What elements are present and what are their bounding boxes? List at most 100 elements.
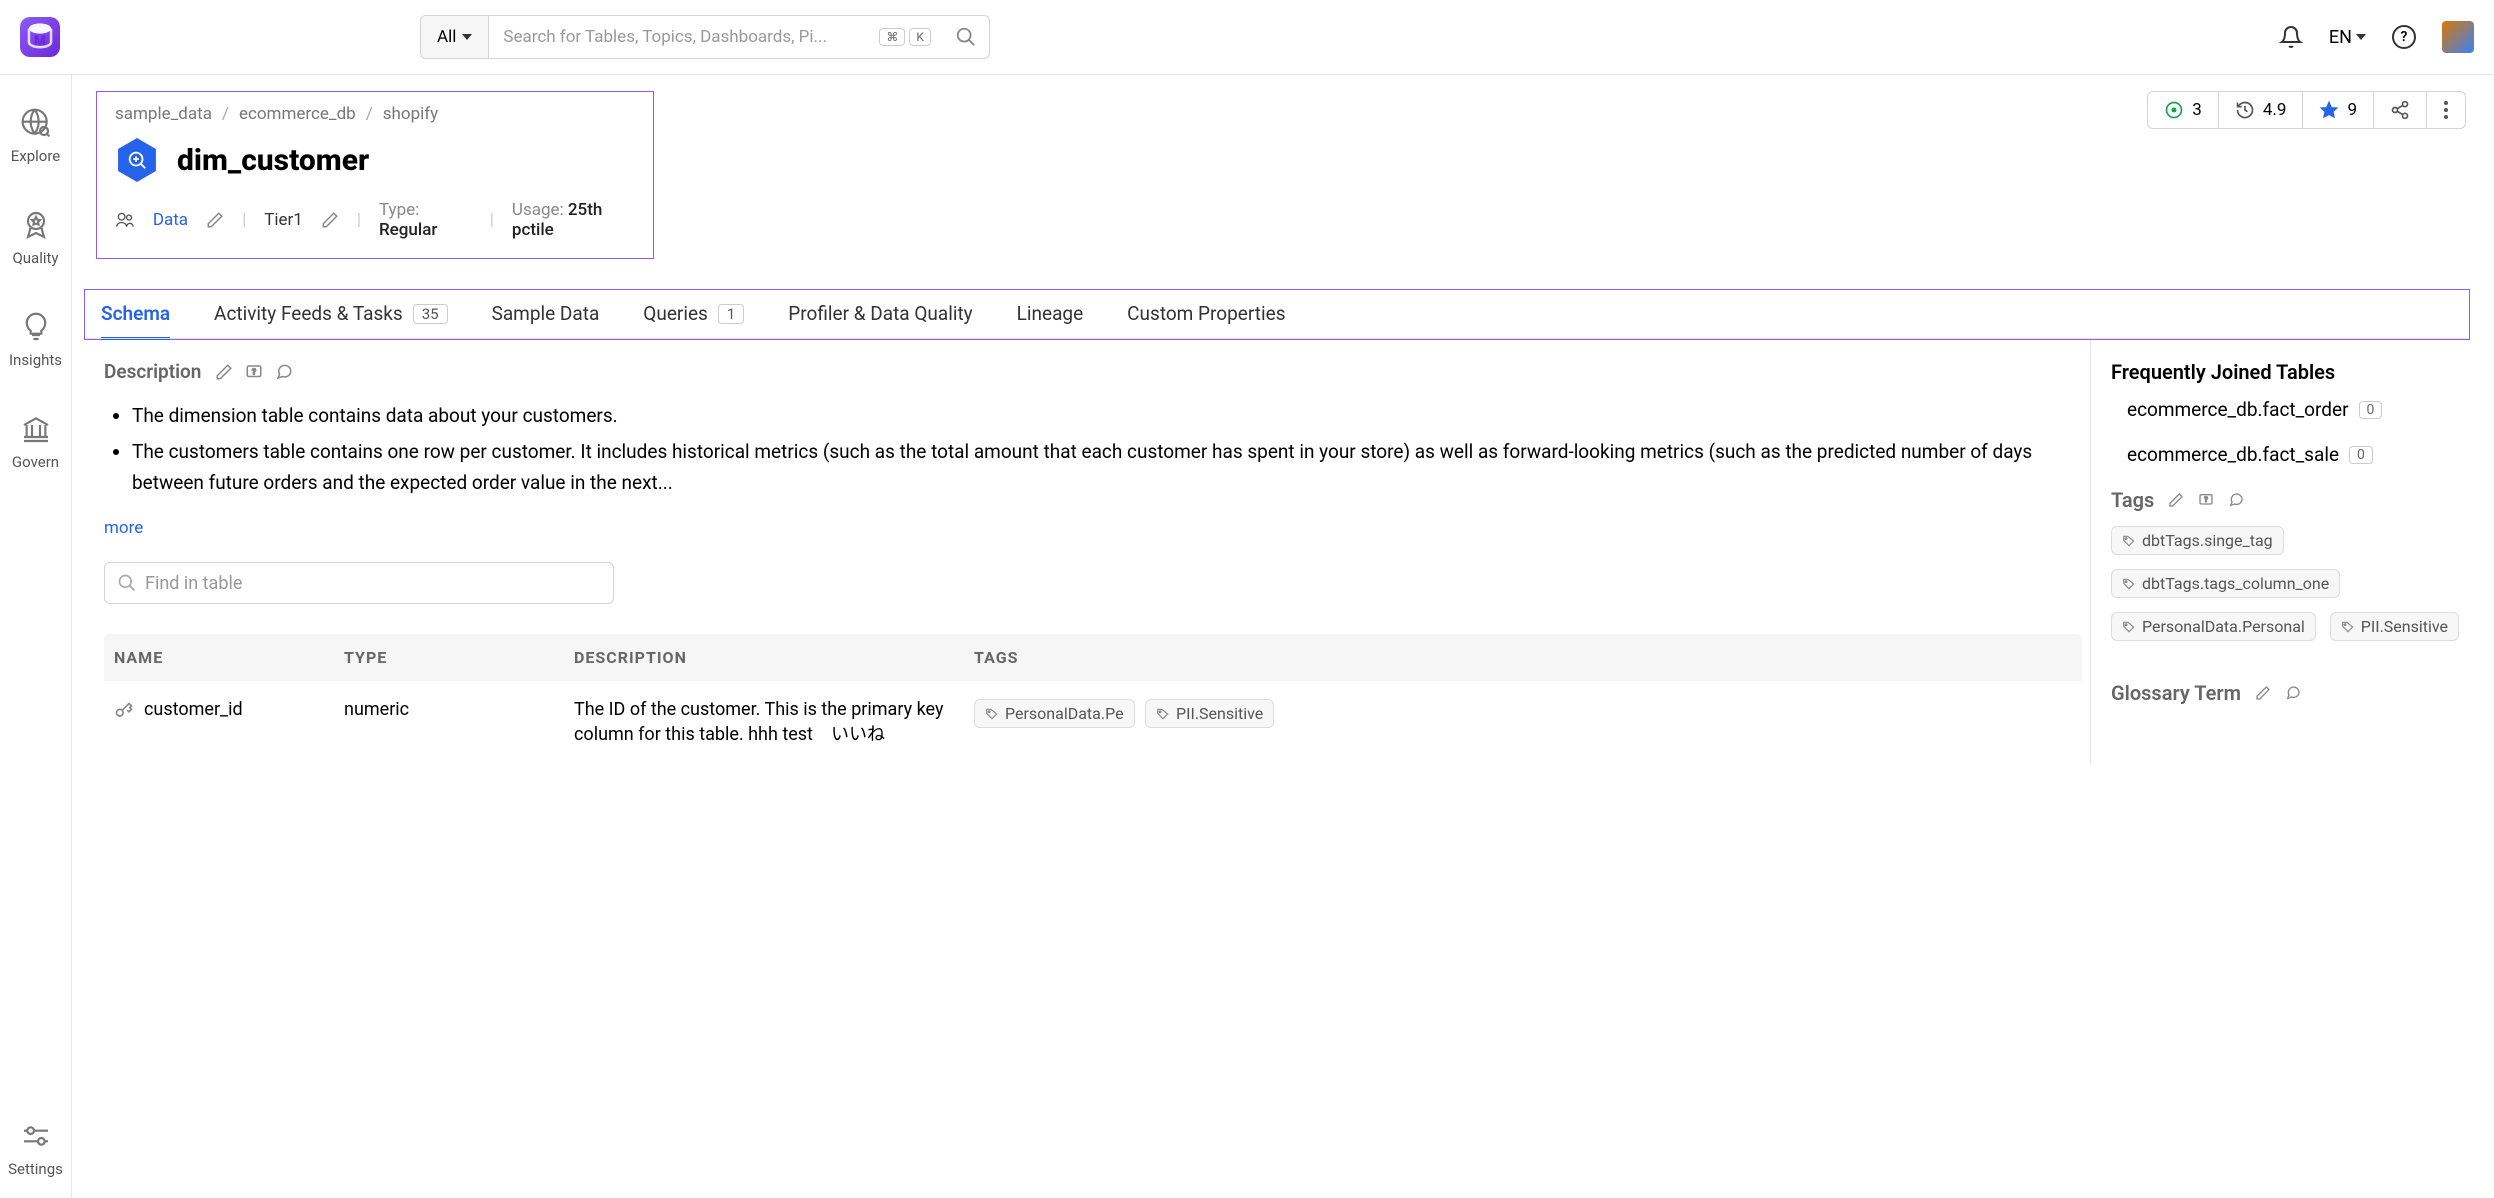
joined-table-item[interactable]: ecommerce_db.fact_sale 0 — [2127, 443, 2470, 466]
kbd-cmd: ⌘ — [879, 28, 905, 46]
sidebar-item-explore[interactable]: Explore — [11, 105, 61, 165]
breadcrumb-item[interactable]: ecommerce_db — [239, 104, 356, 124]
description-title: Description — [104, 360, 201, 383]
tab-activity[interactable]: Activity Feeds & Tasks35 — [214, 302, 448, 339]
more-vertical-icon — [2443, 100, 2449, 120]
tag-chip[interactable]: PersonalData.Pe — [974, 699, 1135, 728]
chevron-down-icon — [2356, 34, 2366, 40]
app-logo[interactable]: M — [20, 17, 60, 57]
usage-label: Usage: — [512, 200, 568, 220]
sidebar-item-govern[interactable]: Govern — [12, 411, 59, 471]
edit-owner[interactable] — [206, 211, 224, 229]
tag-chip[interactable]: dbtTags.singe_tag — [2111, 526, 2284, 555]
description-list: The dimension table contains data about … — [132, 401, 2082, 498]
language-switcher[interactable]: EN — [2329, 27, 2366, 48]
stat-value: 4.9 — [2263, 100, 2287, 120]
request-tags[interactable]: ? — [2198, 492, 2214, 508]
tab-schema[interactable]: Schema — [101, 302, 170, 339]
pencil-icon — [2255, 685, 2271, 701]
comment-glossary[interactable] — [2285, 685, 2301, 701]
pencil-icon — [215, 363, 233, 381]
search-scope-label: All — [437, 27, 456, 47]
tab-custom-props[interactable]: Custom Properties — [1127, 302, 1285, 339]
tab-lineage[interactable]: Lineage — [1017, 302, 1084, 339]
sidebar-item-settings[interactable]: Settings — [8, 1118, 63, 1178]
sliders-icon — [18, 1118, 54, 1154]
tag-chip[interactable]: PII.Sensitive — [1145, 699, 1274, 728]
more-link[interactable]: more — [104, 518, 143, 538]
tag-icon — [2122, 534, 2136, 548]
search-input[interactable] — [489, 16, 879, 58]
find-input[interactable] — [145, 573, 601, 594]
edit-description[interactable] — [215, 363, 233, 381]
tab-sample-data[interactable]: Sample Data — [492, 302, 600, 339]
comment-description[interactable] — [275, 363, 293, 381]
type-value: Regular — [379, 220, 437, 240]
type-label: Type: — [379, 200, 419, 220]
glossary-title: Glossary Term — [2111, 681, 2241, 705]
team-icon — [115, 211, 135, 229]
comment-icon — [2228, 492, 2244, 508]
description-bullet: The dimension table contains data about … — [132, 401, 2082, 431]
col-header-type: TYPE — [344, 648, 574, 667]
tag-icon — [2122, 577, 2136, 591]
tag-chip[interactable]: PersonalData.Personal — [2111, 612, 2316, 641]
tag-chip[interactable]: dbtTags.tags_column_one — [2111, 569, 2340, 598]
table-row[interactable]: customer_id numeric The ID of the custom… — [104, 681, 2082, 764]
request-icon: ? — [245, 363, 263, 381]
tags-title: Tags — [2111, 488, 2154, 512]
chevron-down-icon — [462, 34, 472, 40]
edit-glossary[interactable] — [2255, 685, 2271, 701]
conversation-icon — [2164, 100, 2184, 120]
comment-icon — [2285, 685, 2301, 701]
col-header-tags: TAGS — [974, 648, 2072, 667]
pencil-icon — [206, 211, 224, 229]
key-icon — [114, 701, 134, 721]
search-scope-dropdown[interactable]: All — [421, 16, 489, 58]
sidebar-label: Explore — [11, 147, 61, 165]
table-hex-icon — [115, 138, 159, 182]
stat-version[interactable]: 4.9 — [2219, 92, 2304, 128]
breadcrumb-item[interactable]: shopify — [383, 104, 438, 124]
column-type: numeric — [344, 699, 574, 720]
col-header-name: NAME — [114, 648, 344, 667]
sidebar-item-insights[interactable]: Insights — [9, 309, 62, 369]
stat-value: 9 — [2347, 100, 2357, 120]
search-button[interactable] — [943, 16, 989, 58]
edit-tags[interactable] — [2168, 492, 2184, 508]
sidebar-label: Settings — [8, 1160, 63, 1178]
tags-header: Tags ? — [2111, 488, 2470, 512]
tag-chip[interactable]: PII.Sensitive — [2330, 612, 2459, 641]
tab-badge: 1 — [718, 304, 744, 324]
joined-table-name: ecommerce_db.fact_order — [2127, 398, 2349, 421]
breadcrumb-item[interactable]: sample_data — [115, 104, 212, 124]
topbar-right: EN ? — [2279, 21, 2474, 53]
more-menu[interactable] — [2427, 92, 2465, 128]
find-in-table — [104, 562, 614, 604]
topbar: M All ⌘ K EN ? — [0, 0, 2494, 75]
badge-icon — [18, 207, 54, 243]
avatar[interactable] — [2442, 21, 2474, 53]
sidebar-item-quality[interactable]: Quality — [12, 207, 58, 267]
sidebar-label: Govern — [12, 453, 59, 471]
stat-conversations[interactable]: 3 — [2148, 92, 2219, 128]
request-description[interactable]: ? — [245, 363, 263, 381]
count-badge: 0 — [2349, 446, 2373, 464]
owner-link[interactable]: Data — [153, 210, 188, 230]
tab-profiler[interactable]: Profiler & Data Quality — [788, 302, 972, 339]
help-button[interactable]: ? — [2392, 25, 2416, 49]
search-icon — [117, 573, 137, 593]
edit-tier[interactable] — [321, 211, 339, 229]
tab-queries[interactable]: Queries1 — [643, 302, 744, 339]
global-search: All ⌘ K — [420, 15, 990, 59]
breadcrumb-separator: / — [222, 104, 229, 124]
stat-stars[interactable]: 9 — [2303, 92, 2374, 128]
bell-icon[interactable] — [2279, 25, 2303, 49]
sidebar-label: Quality — [12, 249, 58, 267]
joined-table-item[interactable]: ecommerce_db.fact_order 0 — [2127, 398, 2470, 421]
logo-icon: M — [23, 20, 57, 54]
comment-tags[interactable] — [2228, 492, 2244, 508]
column-description: The ID of the customer. This is the prim… — [574, 699, 974, 746]
share-button[interactable] — [2374, 92, 2427, 128]
star-icon — [2319, 100, 2339, 120]
